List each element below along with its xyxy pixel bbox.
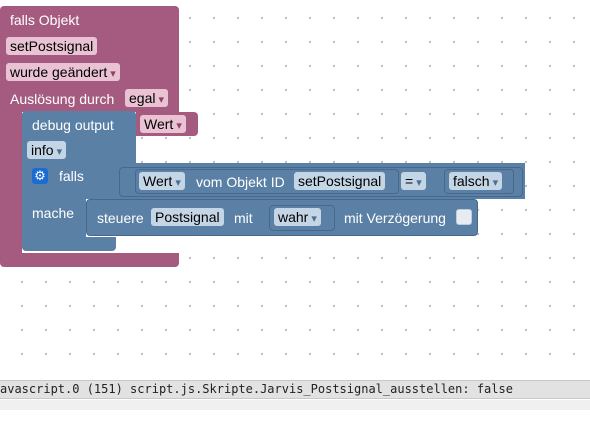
operator-dropdown[interactable]: = <box>401 172 426 190</box>
compare-value-dropdown[interactable]: falsch <box>449 172 503 190</box>
trigger-condition-dropdown[interactable]: wurde geändert <box>6 63 120 81</box>
blockly-workspace[interactable]: falls Objekt setPostsignal wurde geänder… <box>0 0 590 372</box>
trigger-object-id-field[interactable]: setPostsignal <box>6 37 98 55</box>
trigger-value-dropdown[interactable]: egal <box>125 89 168 107</box>
gear-icon[interactable]: ⚙ <box>32 168 48 184</box>
from-object-label: vom Objekt ID <box>196 174 285 190</box>
delay-checkbox[interactable] <box>456 209 472 225</box>
if-label: falls <box>59 168 84 184</box>
control-object-id-field[interactable]: Postsignal <box>151 208 224 226</box>
do-label: mache <box>32 205 75 221</box>
log-console: avascript.0 (151) script.js.Skripte.Jarv… <box>0 372 590 424</box>
log-line: avascript.0 (151) script.js.Skripte.Jarv… <box>0 380 590 399</box>
with-label: mit <box>234 210 253 226</box>
value-attribute-dropdown[interactable]: Wert <box>139 172 185 190</box>
horizontal-scrollbar[interactable] <box>0 400 590 410</box>
trigger-header: falls Objekt <box>10 12 80 28</box>
control-value-dropdown[interactable]: wahr <box>274 208 321 226</box>
delay-label: mit Verzögerung <box>344 210 446 226</box>
control-label: steuere <box>97 210 144 226</box>
debug-label: debug output <box>32 117 114 133</box>
debug-level-dropdown[interactable]: info <box>27 141 67 159</box>
trigger-label: Auslösung durch <box>10 91 115 107</box>
if-object-id-field[interactable]: setPostsignal <box>294 172 386 190</box>
debug-value-dropdown[interactable]: Wert <box>140 115 186 133</box>
